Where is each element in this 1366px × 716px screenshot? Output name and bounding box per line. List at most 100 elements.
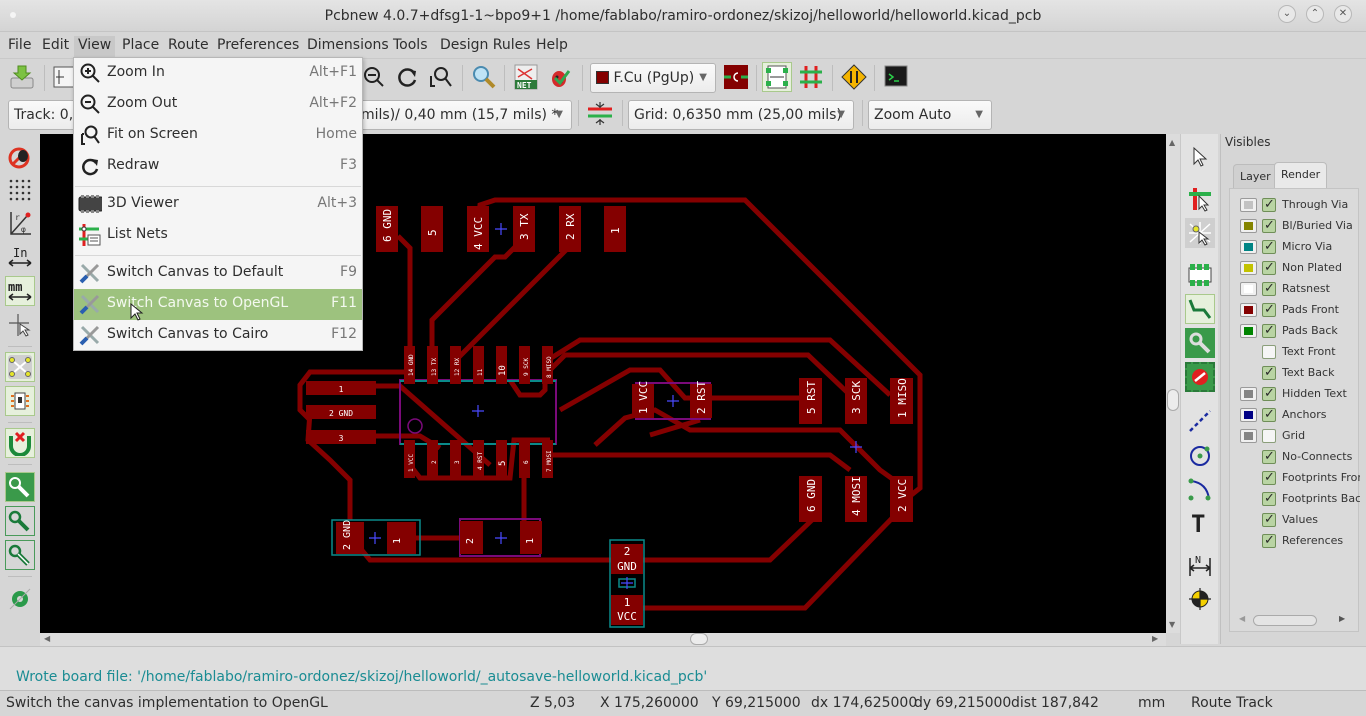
menu-tools[interactable]: Tools	[389, 36, 432, 58]
visibility-checkbox[interactable]	[1262, 469, 1276, 487]
color-swatch-button[interactable]	[1240, 198, 1257, 212]
grid-select[interactable]: Grid: 0,6350 mm (25,00 mils) ▼	[628, 100, 854, 130]
menu-view[interactable]: View	[74, 36, 116, 58]
layer-select[interactable]: F.Cu (PgUp) ▼	[590, 63, 716, 93]
color-swatch-button[interactable]	[1240, 387, 1257, 401]
show-tracks-sketch-icon[interactable]	[5, 540, 35, 570]
microwave-tools-icon[interactable]	[840, 63, 868, 91]
route-track-icon[interactable]	[1185, 294, 1215, 324]
add-dimension-icon[interactable]: N	[1185, 550, 1215, 580]
maximize-button[interactable]: ⌃	[1306, 5, 1324, 23]
menu-item-switch-canvas-default[interactable]: Switch Canvas to Default F9	[74, 258, 362, 289]
visibility-checkbox[interactable]	[1262, 448, 1276, 466]
add-circle-icon[interactable]	[1185, 440, 1215, 470]
auto-delete-track-icon[interactable]	[5, 428, 35, 458]
add-line-icon[interactable]	[1185, 406, 1215, 436]
canvas-horizontal-scrollbar[interactable]: ◀ ▶	[40, 633, 1166, 646]
render-scroll-thumb[interactable]	[1253, 615, 1317, 626]
visibility-checkbox[interactable]	[1262, 280, 1276, 298]
save-board-icon[interactable]	[8, 63, 36, 91]
show-pads-sketch-icon[interactable]	[5, 472, 35, 502]
menu-edit[interactable]: Edit	[38, 36, 73, 58]
color-swatch-button[interactable]	[1240, 261, 1257, 275]
menu-item-fit-on-screen[interactable]: Fit on Screen Home	[74, 120, 362, 151]
add-via-icon[interactable]	[1185, 328, 1215, 358]
drc-icon[interactable]	[546, 63, 574, 91]
netlist-icon[interactable]: NET	[512, 63, 540, 91]
menu-item-zoom-in[interactable]: Zoom In Alt+F1	[74, 58, 362, 89]
add-arc-icon[interactable]	[1185, 474, 1215, 504]
drc-off-icon[interactable]	[586, 99, 614, 127]
visibility-checkbox[interactable]	[1262, 490, 1276, 508]
redraw-tool-icon[interactable]	[394, 63, 422, 91]
visibility-checkbox[interactable]	[1262, 322, 1276, 340]
visibility-checkbox[interactable]	[1262, 345, 1276, 359]
render-hscrollbar[interactable]: ◀ ▶	[1239, 614, 1349, 628]
menu-dimensions[interactable]: Dimensions	[303, 36, 393, 58]
menu-design-rules[interactable]: Design Rules	[436, 36, 535, 58]
via-size-select[interactable]: mils)/ 0,40 mm (15,7 mils) * ▼	[352, 100, 572, 130]
visibility-checkbox[interactable]	[1262, 196, 1276, 214]
minimize-button[interactable]: ⌄	[1278, 5, 1296, 23]
grid-toggle-icon[interactable]	[5, 174, 35, 204]
add-footprint-icon[interactable]	[1185, 260, 1215, 290]
menu-help[interactable]: Help	[532, 36, 572, 58]
vscroll-thumb[interactable]	[1167, 389, 1179, 411]
drc-off-toggle-icon[interactable]	[5, 142, 35, 172]
highlight-net-icon[interactable]	[1185, 184, 1215, 214]
high-contrast-icon[interactable]	[5, 584, 35, 614]
menu-item-3d-viewer[interactable]: 3D Viewer Alt+3	[74, 189, 362, 220]
close-button[interactable]: ✕	[1334, 5, 1352, 23]
color-swatch-button[interactable]	[1240, 282, 1257, 296]
zoom-fit-tool-icon[interactable]	[426, 63, 454, 91]
add-text-icon[interactable]: T	[1185, 508, 1215, 538]
menu-item-redraw[interactable]: Redraw F3	[74, 151, 362, 182]
menu-preferences[interactable]: Preferences	[213, 36, 303, 58]
visibility-checkbox[interactable]	[1262, 238, 1276, 256]
color-swatch-button[interactable]	[1240, 324, 1257, 338]
scroll-left-icon[interactable]: ◀	[44, 634, 50, 643]
scroll-down-icon[interactable]: ▼	[1169, 620, 1175, 629]
show-ratsnest-icon[interactable]	[797, 63, 825, 91]
add-keepout-icon[interactable]	[1185, 362, 1215, 392]
visibility-checkbox[interactable]	[1262, 217, 1276, 235]
scroll-left-icon[interactable]: ◀	[1239, 614, 1245, 623]
local-ratsnest-icon[interactable]	[1185, 218, 1215, 248]
select-tool-icon[interactable]	[1185, 142, 1215, 172]
canvas-vertical-scrollbar[interactable]: ▲ ▼	[1166, 134, 1180, 633]
menu-place[interactable]: Place	[118, 36, 163, 58]
place-origin-icon[interactable]	[1185, 584, 1215, 614]
menu-item-list-nets[interactable]: List Nets	[74, 220, 362, 251]
zoom-select[interactable]: Zoom Auto ▼	[868, 100, 992, 130]
visibility-checkbox[interactable]	[1262, 406, 1276, 424]
visibility-checkbox[interactable]	[1262, 364, 1276, 382]
show-vias-sketch-icon[interactable]	[5, 506, 35, 536]
menu-item-zoom-out[interactable]: Zoom Out Alt+F2	[74, 89, 362, 120]
scroll-right-icon[interactable]: ▶	[1152, 634, 1158, 643]
find-icon[interactable]	[470, 63, 498, 91]
scroll-right-icon[interactable]: ▶	[1339, 614, 1345, 623]
color-swatch-button[interactable]	[1240, 303, 1257, 317]
ratsnest-toggle-icon[interactable]	[5, 352, 35, 382]
menu-file[interactable]: File	[4, 36, 35, 58]
scripting-console-icon[interactable]	[882, 63, 910, 91]
cursor-shape-icon[interactable]	[5, 310, 35, 340]
units-inch-icon[interactable]: In	[5, 242, 35, 272]
via-size-icon[interactable]	[722, 63, 750, 91]
zoom-out-tool-icon[interactable]	[360, 63, 388, 91]
visibility-checkbox[interactable]	[1262, 301, 1276, 319]
scroll-up-icon[interactable]: ▲	[1169, 138, 1175, 147]
visibility-checkbox[interactable]	[1262, 259, 1276, 277]
visibility-checkbox[interactable]	[1262, 511, 1276, 529]
color-swatch-button[interactable]	[1240, 408, 1257, 422]
auto-track-width-icon[interactable]	[762, 62, 792, 92]
menu-item-switch-canvas-opengl[interactable]: Switch Canvas to OpenGL F11	[74, 289, 362, 321]
menu-item-switch-canvas-cairo[interactable]: Switch Canvas to Cairo F12	[74, 320, 362, 351]
menu-route[interactable]: Route	[164, 36, 213, 58]
hscroll-thumb[interactable]	[690, 633, 708, 645]
color-swatch-button[interactable]	[1240, 219, 1257, 233]
visibility-checkbox[interactable]	[1262, 385, 1276, 403]
visibility-checkbox[interactable]	[1262, 532, 1276, 550]
units-mm-icon[interactable]: mm	[5, 276, 35, 306]
window-menu-dot[interactable]	[10, 12, 16, 18]
